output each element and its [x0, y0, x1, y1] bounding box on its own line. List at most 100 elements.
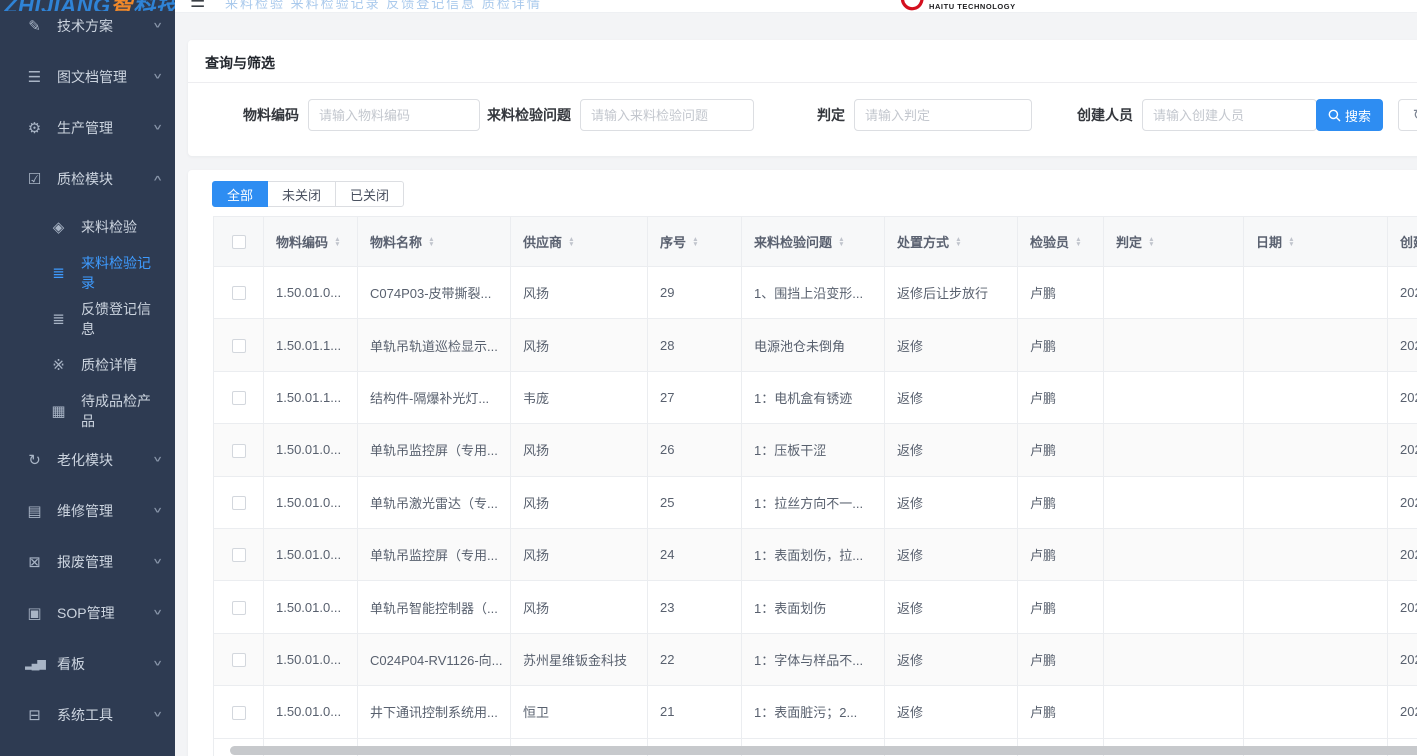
cell-issue: 1：字体与样品不...	[742, 633, 885, 685]
sidebar-item-qc-details[interactable]: ※质检详情	[0, 342, 175, 388]
sort-carets-icon: ▲▼	[1288, 237, 1295, 247]
reset-button[interactable]: ↻	[1398, 99, 1417, 131]
sidebar-item-label: 技术方案	[57, 16, 113, 36]
column-header-disposal[interactable]: 处置方式▲▼	[885, 217, 1018, 267]
chevron-down-icon: ∨	[152, 123, 163, 132]
column-header-code[interactable]: 物料编码▲▼	[264, 217, 358, 267]
column-header-date[interactable]: 日期▲▼	[1244, 217, 1388, 267]
cell-judgment	[1104, 424, 1244, 476]
clipboard-icon: ▤	[25, 502, 44, 520]
row-select-cell	[214, 686, 264, 738]
divider	[188, 82, 1417, 83]
row-checkbox[interactable]	[232, 548, 246, 562]
column-label: 物料名称	[370, 232, 422, 251]
cell-name: C074P03-皮带撕裂...	[358, 267, 511, 319]
sidebar-item-system-tools[interactable]: ⊟系统工具∨	[0, 689, 175, 740]
sidebar-item-production-management[interactable]: ⚙生产管理∨	[0, 102, 175, 153]
table-row: 1.50.01.0...井下通讯控制系统用...恒卫211：表面脏污；2...返…	[214, 686, 1417, 738]
sidebar-item-pending-product-inspection[interactable]: ▦待成品检产品	[0, 388, 175, 434]
tab-unclosed[interactable]: 未关闭	[267, 181, 336, 207]
sidebar-item-scrap-management[interactable]: ⊠报废管理∨	[0, 536, 175, 587]
sidebar-item-label: 质检模块	[57, 169, 113, 189]
cell-seq: 21	[648, 686, 742, 738]
top-header: ☰ 来料检验 来料检验记录 反馈登记信息 质检详情 HAITU TECHNOLO…	[175, 0, 1417, 13]
row-select-cell	[214, 528, 264, 580]
sidebar-item-aging-module[interactable]: ↻老化模块∨	[0, 434, 175, 485]
row-checkbox[interactable]	[232, 444, 246, 458]
column-label: 序号	[660, 232, 686, 251]
cell-inspector: 卢鹏	[1018, 319, 1104, 371]
column-label: 检验员	[1030, 232, 1069, 251]
column-label: 供应商	[523, 232, 562, 251]
cell-name: 井下通讯控制系统用...	[358, 686, 511, 738]
row-select-cell	[214, 633, 264, 685]
tab-closed[interactable]: 已关闭	[335, 181, 404, 207]
cell-created: 202	[1388, 424, 1417, 476]
chevron-down-icon: ∨	[152, 455, 163, 464]
cell-disposal: 返修	[885, 424, 1018, 476]
column-header-created[interactable]: 创建时间▲▼	[1388, 217, 1417, 267]
select-all-checkbox[interactable]	[232, 235, 246, 249]
search-button[interactable]: 搜索	[1316, 99, 1383, 131]
cell-name: 单轨吊轨道巡检显示...	[358, 319, 511, 371]
cell-code: 1.50.01.0...	[264, 633, 358, 685]
cell-code: 1.50.01.1...	[264, 371, 358, 423]
row-checkbox[interactable]	[232, 286, 246, 300]
filter-group-inspection-issue: 来料检验问题	[487, 99, 754, 131]
cube-icon: ◈	[49, 218, 68, 236]
cell-seq: 22	[648, 633, 742, 685]
cell-date	[1244, 476, 1388, 528]
horizontal-scrollbar[interactable]	[230, 746, 1417, 755]
row-checkbox[interactable]	[232, 391, 246, 405]
column-header-supplier[interactable]: 供应商 ▲▼	[511, 217, 648, 267]
sidebar-item-label: 待成品检产品	[81, 391, 161, 431]
page-tabs-clipped[interactable]: 来料检验 来料检验记录 反馈登记信息 质检详情	[225, 0, 542, 12]
list-lines-icon: ≣	[49, 310, 68, 328]
sidebar-item-label: 来料检验记录	[81, 253, 161, 293]
column-header-judgment[interactable]: 判定▲▼	[1104, 217, 1244, 267]
sidebar-item-dashboard[interactable]: ▂▄▆看板∨	[0, 638, 175, 689]
column-label: 处置方式	[897, 232, 949, 251]
creator-input[interactable]	[1142, 99, 1317, 131]
hamburger-menu-icon[interactable]: ☰	[190, 0, 205, 12]
column-label: 创建时间	[1400, 232, 1417, 251]
column-header-name[interactable]: 物料名称▲▼	[358, 217, 511, 267]
sidebar-item-qc-module[interactable]: ☑质检模块∧	[0, 153, 175, 204]
column-header-inspector[interactable]: 检验员 ▲▼	[1018, 217, 1104, 267]
row-checkbox[interactable]	[232, 653, 246, 667]
sidebar-item-label: 系统工具	[57, 705, 113, 725]
document-x-icon: ⊠	[25, 553, 44, 571]
sidebar-item-maintenance-management[interactable]: ▤维修管理∨	[0, 485, 175, 536]
column-header-issue[interactable]: 来料检验问题▲▼	[742, 217, 885, 267]
material-code-input[interactable]	[308, 99, 480, 131]
list-lines-icon: ≣	[49, 264, 68, 282]
cell-seq: 24	[648, 528, 742, 580]
brand-name: HAITU TECHNOLOGY	[929, 2, 1016, 11]
judgment-input[interactable]	[854, 99, 1032, 131]
cell-judgment	[1104, 476, 1244, 528]
cell-name: 单轨吊智能控制器（...	[358, 581, 511, 633]
cell-inspector: 卢鹏	[1018, 633, 1104, 685]
tab-all[interactable]: 全部	[212, 181, 268, 207]
cell-issue: 1：表面脏污；2...	[742, 686, 885, 738]
sidebar-item-doc-management[interactable]: ☰图文档管理∨	[0, 51, 175, 102]
sidebar-item-incoming-inspection[interactable]: ◈来料检验	[0, 204, 175, 250]
cell-supplier: 风扬	[511, 319, 648, 371]
sidebar-item-feedback-registration[interactable]: ≣反馈登记信息	[0, 296, 175, 342]
row-checkbox[interactable]	[232, 496, 246, 510]
row-checkbox[interactable]	[232, 339, 246, 353]
row-checkbox[interactable]	[232, 706, 246, 720]
sort-carets-icon: ▲▼	[568, 237, 575, 247]
sidebar-item-sop-management[interactable]: ▣SOP管理∨	[0, 587, 175, 638]
column-header-seq[interactable]: 序号▲▼	[648, 217, 742, 267]
inspection-issue-input[interactable]	[580, 99, 754, 131]
table-row: 1.50.01.1...单轨吊轨道巡检显示...风扬28电源池仓未倒角返修卢鹏2…	[214, 319, 1417, 371]
row-checkbox[interactable]	[232, 601, 246, 615]
cell-judgment	[1104, 581, 1244, 633]
cell-code: 1.50.01.0...	[264, 528, 358, 580]
cell-supplier: 风扬	[511, 424, 648, 476]
sidebar-item-incoming-inspection-records[interactable]: ≣ 来料检验记录	[0, 250, 175, 296]
sidebar-item-label: 老化模块	[57, 450, 113, 470]
sort-carets-icon: ▲▼	[1075, 237, 1082, 247]
sort-carets-icon: ▲▼	[1148, 237, 1155, 247]
